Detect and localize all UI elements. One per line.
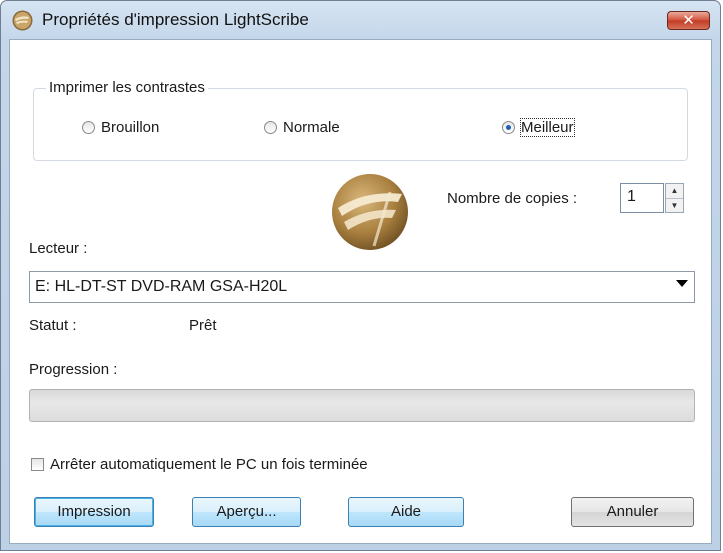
status-value: Prêt: [189, 317, 217, 334]
drive-select[interactable]: E: HL-DT-ST DVD-RAM GSA-H20L: [29, 271, 695, 303]
drive-select-value: E: HL-DT-ST DVD-RAM GSA-H20L: [35, 278, 288, 295]
radio-meilleur-label: Meilleur: [520, 118, 575, 137]
copies-label: Nombre de copies :: [447, 190, 578, 207]
spin-down-icon[interactable]: ▼: [666, 199, 683, 213]
drive-label: Lecteur :: [29, 240, 88, 257]
help-button[interactable]: Aide: [348, 497, 464, 527]
radio-normale-label: Normale: [283, 119, 340, 136]
lightscribe-logo: [332, 174, 408, 250]
radio-meilleur-indicator[interactable]: [502, 121, 515, 134]
lightscribe-icon: [12, 10, 33, 31]
content-area: Imprimer les contrastes Brouillon Normal…: [9, 39, 710, 542]
preview-button[interactable]: Aperçu...: [192, 497, 301, 527]
window-title: Propriétés d'impression LightScribe: [42, 10, 309, 29]
print-button[interactable]: Impression: [34, 497, 154, 527]
close-button[interactable]: ✕: [667, 11, 710, 30]
contrast-group: Imprimer les contrastes Brouillon Normal…: [33, 79, 688, 161]
copies-input[interactable]: 1: [620, 183, 664, 213]
radio-meilleur[interactable]: Meilleur: [502, 118, 575, 137]
shutdown-label: Arrêter automatiquement le PC un fois te…: [50, 456, 368, 473]
radio-brouillon[interactable]: Brouillon: [82, 119, 159, 136]
shutdown-option[interactable]: Arrêter automatiquement le PC un fois te…: [31, 456, 368, 473]
progress-bar: [29, 389, 695, 422]
copies-spinner[interactable]: ▲ ▼: [665, 183, 684, 213]
status-label: Statut :: [29, 317, 77, 334]
radio-normale[interactable]: Normale: [264, 119, 340, 136]
dropdown-arrow-icon[interactable]: [676, 280, 688, 287]
radio-brouillon-indicator[interactable]: [82, 121, 95, 134]
spin-up-icon[interactable]: ▲: [666, 184, 683, 199]
title-bar[interactable]: Propriétés d'impression LightScribe ✕: [1, 1, 720, 39]
contrast-group-title: Imprimer les contrastes: [46, 79, 208, 96]
radio-normale-indicator[interactable]: [264, 121, 277, 134]
shutdown-checkbox[interactable]: [31, 458, 44, 471]
progress-label: Progression :: [29, 361, 118, 378]
radio-brouillon-label: Brouillon: [101, 119, 160, 136]
cancel-button[interactable]: Annuler: [571, 497, 694, 527]
